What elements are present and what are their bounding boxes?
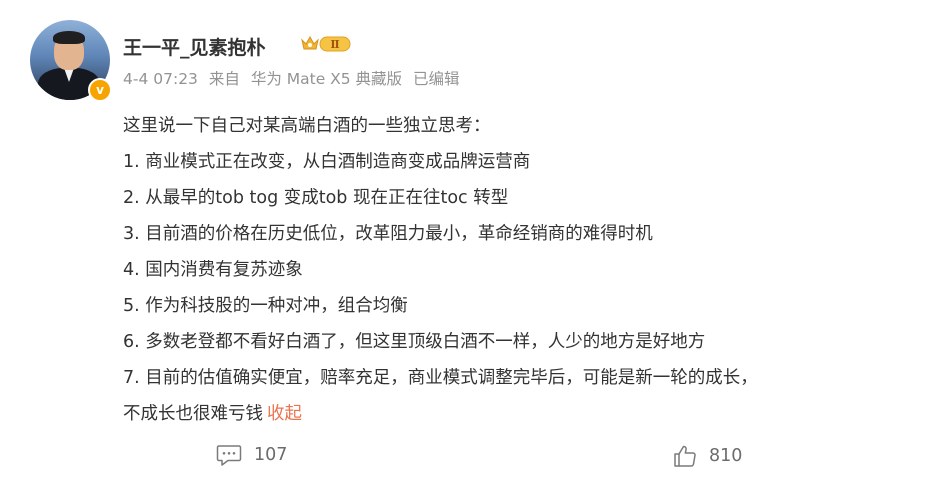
post-line: 2. 从最早的tob tog 变成tob 现在正在往toc 转型 <box>123 188 509 208</box>
post-line: 4. 国内消费有复苏迹象 <box>123 260 303 280</box>
comment-count: 107 <box>254 445 288 465</box>
source-prefix: 来自 <box>208 70 240 88</box>
post-line: 5. 作为科技股的一种对冲，组合均衡 <box>123 296 408 316</box>
vip-level-text: Ⅱ <box>330 38 339 51</box>
post-line: 3. 目前酒的价格在历史低位，改革阻力最小，革命经销商的难得时机 <box>123 224 653 244</box>
post-line: 不成长也很难亏钱 <box>123 404 263 424</box>
vip-crown-icon[interactable]: Ⅱ <box>300 34 354 54</box>
avatar-hair <box>53 31 85 44</box>
comment-icon <box>216 445 242 466</box>
post-meta: 4-4 07:23 来自 华为 Mate X5 典藏版 已编辑 <box>123 67 466 89</box>
post-line: 1. 商业模式正在改变，从白酒制造商变成品牌运营商 <box>123 152 531 172</box>
weibo-post: v 王一平_见素抱朴 Ⅱ 4-4 07:23 来自 华为 Mate X5 典藏版… <box>0 0 949 485</box>
comment-button[interactable]: 107 <box>216 444 287 466</box>
post-content: 这里说一下自己对某高端白酒的一些独立思考： 1. 商业模式正在改变，从白酒制造商… <box>123 108 938 432</box>
verified-icon: v <box>88 78 112 102</box>
post-last-line: 不成长也很难亏钱 收起 <box>123 396 938 432</box>
post-line: 7. 目前的估值确实便宜，赔率充足，商业模式调整完毕后，可能是新一轮的成长， <box>123 368 758 388</box>
thumbs-up-icon <box>674 445 696 467</box>
like-button[interactable]: 810 <box>673 444 742 468</box>
post-line: 6. 多数老登都不看好白酒了，但这里顶级白酒不一样，人少的地方是好地方 <box>123 332 706 352</box>
edited-label[interactable]: 已编辑 <box>413 70 460 88</box>
source-device[interactable]: 华为 Mate X5 典藏版 <box>251 70 402 88</box>
post-line: 这里说一下自己对某高端白酒的一些独立思考： <box>123 116 491 136</box>
like-count: 810 <box>709 446 743 466</box>
collapse-link[interactable]: 收起 <box>267 404 302 424</box>
post-time[interactable]: 4-4 07:23 <box>123 70 198 88</box>
username[interactable]: 王一平_见素抱朴 <box>123 33 266 60</box>
